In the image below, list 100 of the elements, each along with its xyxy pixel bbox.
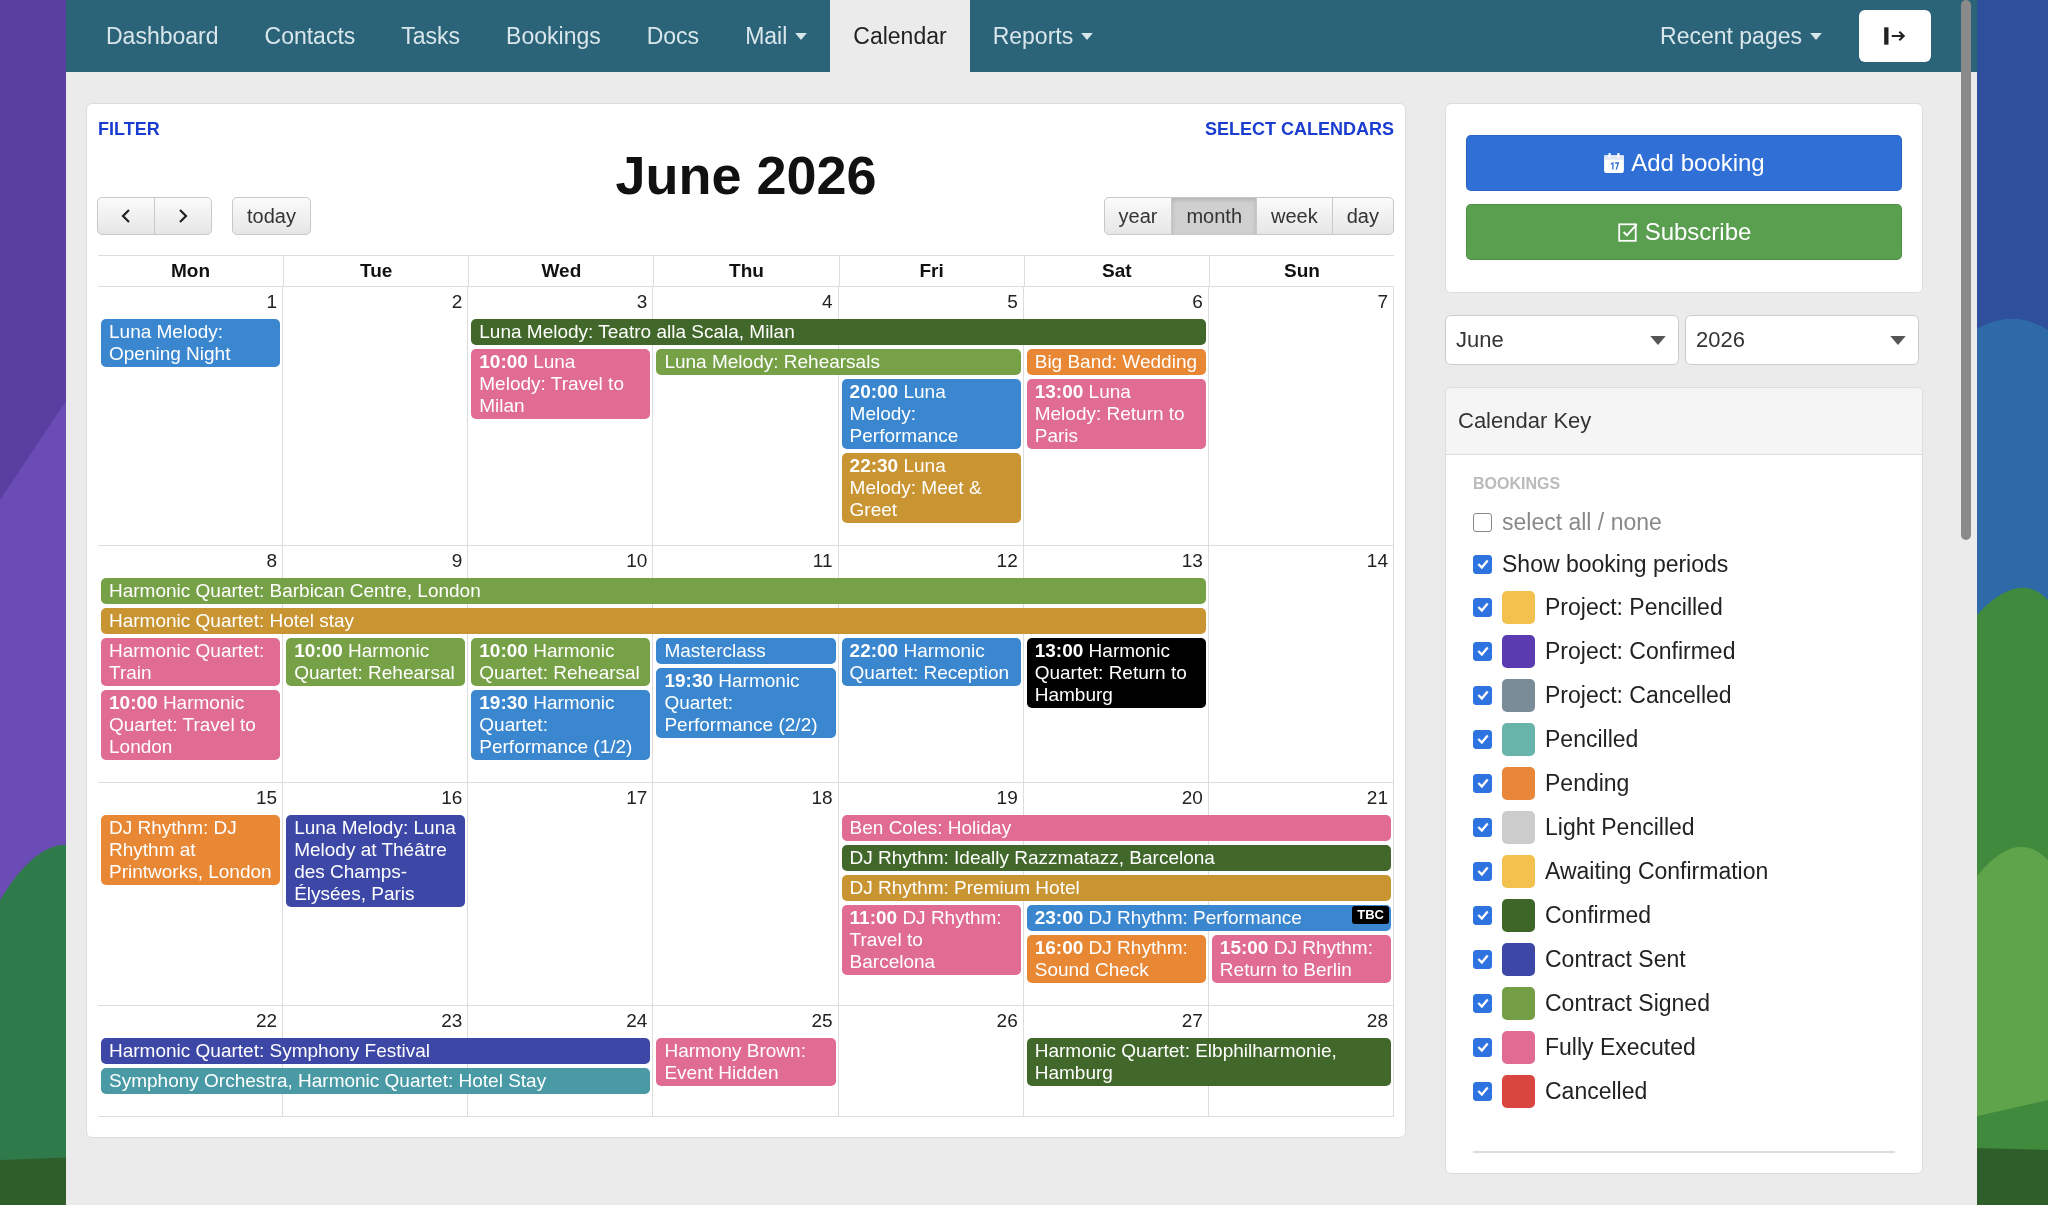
day-number: 2	[450, 290, 464, 314]
day-number: 27	[1180, 1009, 1204, 1033]
calendar-event[interactable]: Luna Melody: Opening Night	[101, 319, 281, 367]
day-number: 28	[1365, 1009, 1389, 1033]
checkbox[interactable]	[1473, 949, 1492, 969]
calendar-event[interactable]: Masterclass	[656, 638, 836, 664]
weekday-header: Mon	[170, 259, 212, 283]
day-number: 18	[810, 786, 834, 810]
day-number: 12	[995, 549, 1019, 573]
calendar-event[interactable]: 13:00 Harmonic Quartet: Return to Hamburg	[1026, 638, 1206, 708]
nav-tab[interactable]: Dashboard	[83, 0, 242, 72]
view-button[interactable]: day	[1331, 197, 1394, 235]
calendar-event[interactable]: Harmonic Quartet: Hotel stay	[101, 608, 1206, 634]
nav-tab[interactable]: Reports	[969, 0, 1117, 72]
scrollbar[interactable]	[1961, 0, 1971, 540]
calendar-event[interactable]: 10:00 Luna Melody: Travel to Milan	[471, 349, 651, 419]
calendar-event[interactable]: 10:00 Harmonic Quartet: Rehearsal	[286, 638, 466, 686]
view-button[interactable]: month	[1171, 197, 1258, 235]
weekday-header: Thu	[653, 256, 839, 286]
day-number: 5	[1006, 290, 1019, 314]
logout-button[interactable]	[1859, 10, 1931, 62]
calendar-event[interactable]: Luna Melody: Luna Melody at Théâtre des Champs-Élysées, Paris	[286, 815, 466, 907]
calendar-event[interactable]: DJ Rhythm: Premium Hotel	[841, 875, 1391, 901]
day-number: 20	[1180, 786, 1204, 810]
checkbox[interactable]	[1473, 512, 1492, 532]
caret-icon	[1890, 335, 1906, 345]
select-calendars-link[interactable]: SELECT CALENDARS	[1205, 116, 1394, 143]
calendar-event[interactable]: Harmony Brown: Event Hidden	[656, 1038, 836, 1086]
checkbox-label: Project: Confirmed	[1545, 637, 1736, 665]
section-label: BOOKINGS	[1473, 475, 1562, 493]
weekday-header: Tue	[283, 256, 469, 286]
checkbox-label: Project: Pencilled	[1545, 593, 1723, 621]
calendar-event[interactable]: Ben Coles: Holiday	[841, 815, 1391, 841]
calendar-event[interactable]: 19:30 Harmonic Quartet: Performance (2/2)	[656, 668, 836, 738]
calendar-event[interactable]: Harmonic Quartet: Elbphilharmonie, Hamburg	[1026, 1038, 1391, 1086]
day-number: 1	[265, 290, 279, 314]
day-number: 23	[440, 1009, 464, 1033]
checkbox[interactable]	[1473, 773, 1492, 793]
checkbox-label: Pending	[1545, 769, 1630, 797]
calendar-event[interactable]: 10:00 Harmonic Quartet: Rehearsal	[471, 638, 651, 686]
caret-icon	[1810, 32, 1822, 40]
checkbox[interactable]	[1473, 993, 1492, 1013]
recent-pages-menu[interactable]: Recent pages	[1637, 0, 1845, 72]
checkbox-label: Pencilled	[1545, 725, 1639, 753]
calendar-event[interactable]: DJ Rhythm: Ideally Razzmatazz, Barcelona	[841, 845, 1391, 871]
day-number: 14	[1365, 549, 1389, 573]
calendar-event[interactable]: 11:00 DJ Rhythm: Travel to Barcelona	[841, 905, 1021, 975]
checkbox[interactable]	[1473, 905, 1492, 925]
nav-tab[interactable]: Mail	[722, 0, 831, 72]
day-number: 7	[1376, 290, 1389, 314]
checkbox-label: Awaiting Confirmation	[1545, 857, 1769, 885]
day-number: 13	[1180, 549, 1204, 573]
calendar-event[interactable]: DJ Rhythm: DJ Rhythm at Printworks, London	[101, 815, 281, 885]
today-button[interactable]: today	[232, 197, 311, 235]
nav-tab[interactable]: Docs	[623, 0, 723, 72]
calendar-event[interactable]: 10:00 Harmonic Quartet: Travel to London	[101, 690, 281, 760]
checkbox[interactable]	[1473, 554, 1492, 574]
add-booking-button[interactable]: Add booking	[1466, 135, 1902, 191]
view-button[interactable]: year	[1103, 197, 1173, 235]
calendar-event[interactable]: 19:30 Harmonic Quartet: Performance (1/2)	[471, 690, 651, 760]
checkbox[interactable]	[1473, 641, 1492, 661]
checkbox[interactable]	[1473, 817, 1492, 837]
checkbox-label: Project: Cancelled	[1545, 681, 1732, 709]
calendar-event[interactable]: Harmonic Quartet: Symphony Festival	[101, 1038, 651, 1064]
checkbox[interactable]	[1473, 685, 1492, 705]
day-number: 6	[1191, 290, 1204, 314]
calendar-event[interactable]: Luna Melody: Rehearsals	[656, 349, 1021, 375]
checkbox[interactable]	[1473, 861, 1492, 881]
calendar-event[interactable]: Luna Melody: Teatro alla Scala, Milan	[471, 319, 1206, 345]
checkbox[interactable]	[1473, 597, 1492, 617]
calendar-event[interactable]: 16:00 DJ Rhythm: Sound Check	[1026, 935, 1206, 983]
calendar-event[interactable]: Harmonic Quartet: Barbican Centre, London	[101, 578, 1206, 604]
nav-tab[interactable]: Tasks	[378, 0, 484, 72]
view-button[interactable]: week	[1256, 197, 1333, 235]
chevron-left-icon	[121, 208, 131, 224]
checkbox[interactable]	[1473, 1081, 1492, 1101]
subscribe-button[interactable]: Subscribe	[1466, 204, 1902, 260]
checkbox[interactable]	[1473, 729, 1492, 749]
nav-tab[interactable]: Bookings	[483, 0, 624, 72]
month-select[interactable]: June	[1445, 315, 1679, 365]
calendar-event[interactable]: 13:00 Luna Melody: Return to Paris	[1026, 379, 1206, 449]
year-select[interactable]: 2026	[1685, 315, 1919, 365]
calendar-event[interactable]: 22:00 Harmonic Quartet: Reception	[841, 638, 1021, 686]
calendar-event[interactable]: 20:00 Luna Melody: Performance	[841, 379, 1021, 449]
weekday-header: Sun	[1208, 256, 1394, 286]
calendar-event[interactable]: 23:00 DJ Rhythm: Performance TBC	[1026, 905, 1391, 931]
calendar-event[interactable]: Symphony Orchestra, Harmonic Quartet: Hotel Stay	[101, 1068, 651, 1094]
day-number: 9	[450, 549, 464, 573]
calendar-event[interactable]: Big Band: Wedding	[1026, 349, 1206, 375]
nav-tab[interactable]: Contacts	[241, 0, 379, 72]
calendar-event[interactable]: Harmonic Quartet: Train	[101, 638, 281, 686]
calendar-event[interactable]: 22:30 Luna Melody: Meet & Greet	[841, 453, 1021, 523]
filter-link[interactable]: FILTER	[98, 116, 160, 143]
calendar-event[interactable]: 15:00 DJ Rhythm: Return to Berlin	[1211, 935, 1391, 983]
day-number: 11	[811, 549, 834, 573]
day-number: 25	[810, 1009, 834, 1033]
nav-tab[interactable]: Calendar	[830, 0, 970, 72]
checkbox[interactable]	[1473, 1037, 1492, 1057]
checkbox-icon	[1616, 221, 1639, 243]
caret-icon	[1081, 32, 1094, 40]
